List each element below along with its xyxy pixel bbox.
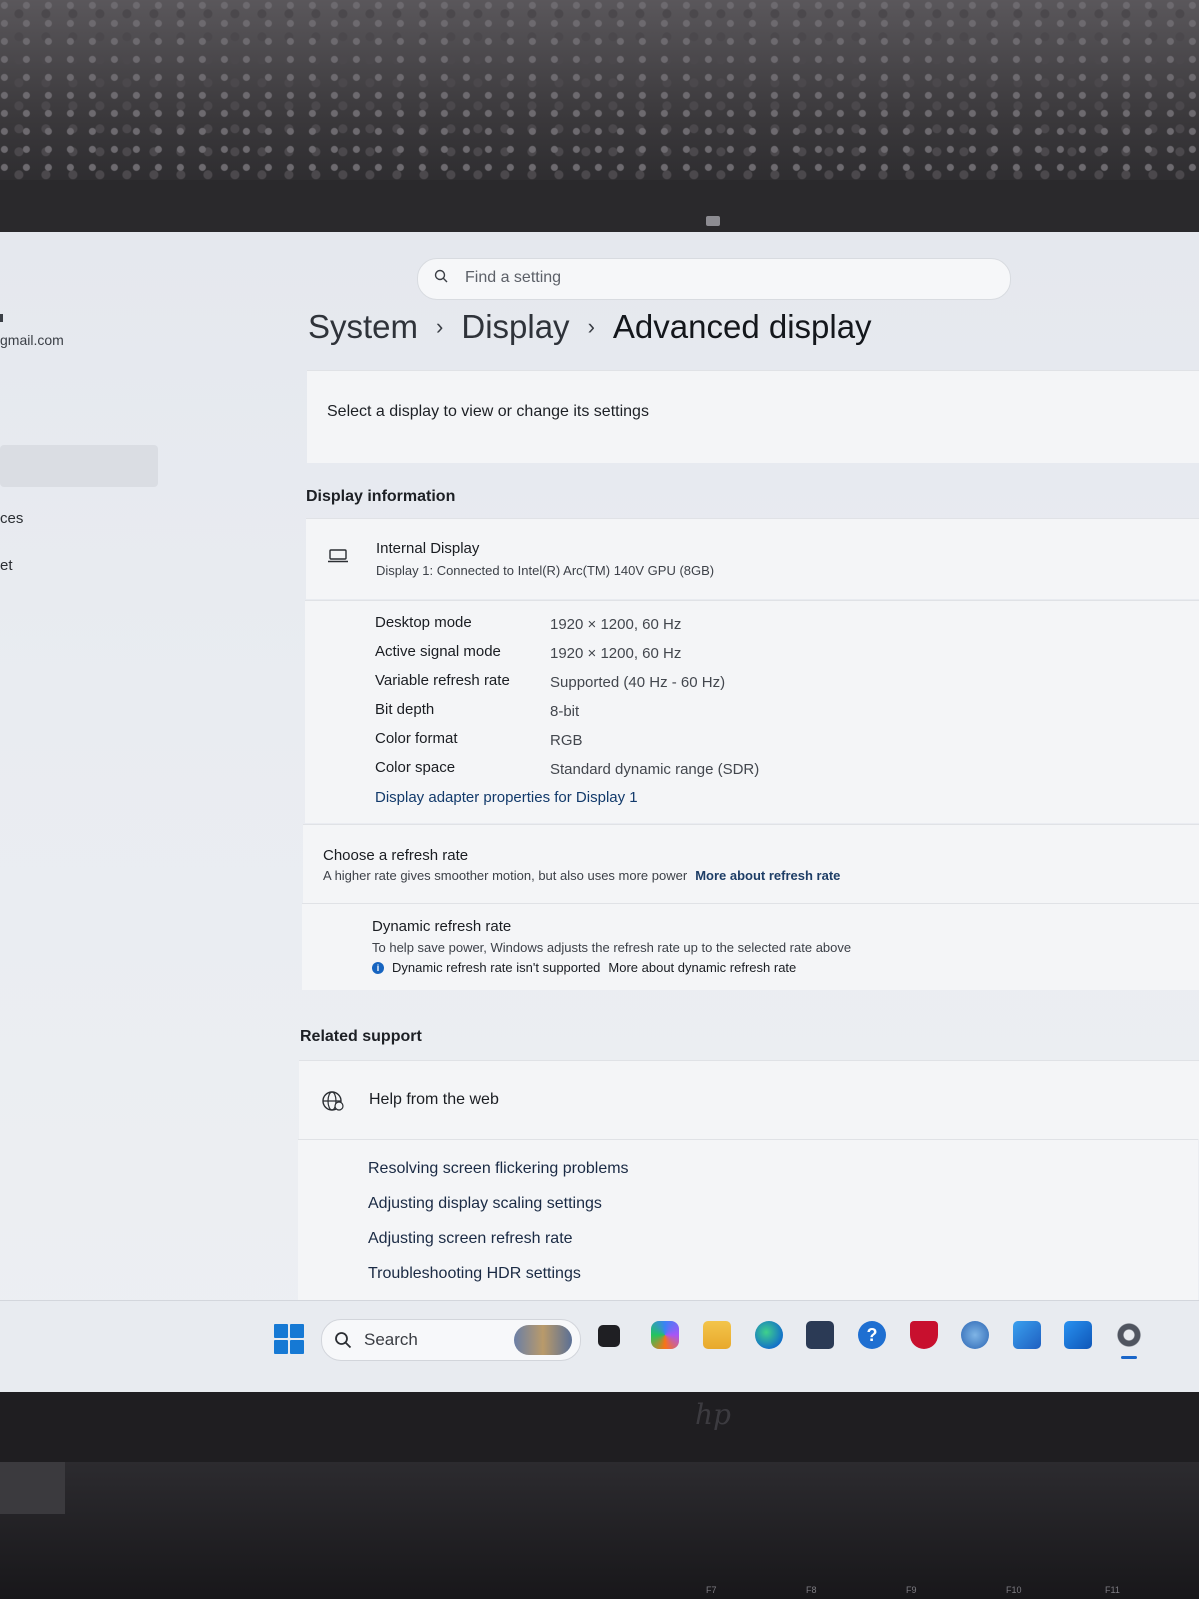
info-value-color-format: RGB (550, 732, 583, 749)
edge-icon[interactable] (755, 1321, 783, 1349)
info-value-desktop-mode: 1920 × 1200, 60 Hz (550, 616, 682, 633)
info-icon: i (372, 961, 384, 974)
info-label-color-space: Color space (375, 759, 456, 776)
hp-logo: hp (695, 1398, 731, 1431)
chevron-right-icon: › (436, 314, 444, 339)
globe-help-icon (322, 1091, 344, 1111)
info-label-color-format: Color format (375, 730, 458, 747)
info-label-active-signal: Active signal mode (375, 643, 501, 660)
chevron-right-icon: › (587, 314, 595, 339)
help-from-web-card[interactable]: Help from the web (299, 1060, 1199, 1139)
help-link-refresh-rate[interactable]: Adjusting screen refresh rate (368, 1230, 573, 1248)
breadcrumb: System › Display › Advanced display (308, 308, 872, 346)
laptop-keyboard (0, 1462, 1199, 1599)
taskbar-search[interactable]: Search (321, 1319, 581, 1361)
help-icon[interactable]: ? (858, 1321, 886, 1349)
nav-item-selected[interactable] (0, 445, 158, 487)
related-support-heading: Related support (300, 1028, 422, 1045)
info-value-bit-depth: 8-bit (550, 703, 580, 720)
settings-window: gmail.com ces et Find a setting System ›… (0, 232, 1199, 1392)
keyboard-edge (0, 1462, 65, 1514)
file-explorer-icon[interactable] (703, 1321, 731, 1349)
info-value-color-space: Standard dynamic range (SDR) (550, 761, 760, 778)
display-info-details: Desktop mode 1920 × 1200, 60 Hz Active s… (305, 600, 1199, 823)
key-f8: F8 (806, 1585, 817, 1595)
taskbar: Search ? (0, 1300, 1199, 1392)
info-label-desktop-mode: Desktop mode (375, 614, 472, 631)
info-value-vrr: Supported (40 Hz - 60 Hz) (550, 674, 726, 691)
help-link-hdr[interactable]: Troubleshooting HDR settings (368, 1265, 581, 1283)
dynamic-refresh-status: i Dynamic refresh rate isn't supported M… (372, 960, 796, 975)
laptop-bottom-bezel: hp (0, 1392, 1199, 1462)
copilot-icon[interactable] (651, 1321, 679, 1349)
search-icon (434, 269, 448, 283)
more-about-dynamic-refresh-link[interactable]: More about dynamic refresh rate (608, 960, 796, 975)
refresh-rate-description: A higher rate gives smoother motion, but… (323, 868, 840, 883)
dynamic-refresh-title: Dynamic refresh rate (372, 918, 512, 935)
key-f10: F10 (1006, 1585, 1022, 1595)
nav-item-devices[interactable]: ces (0, 510, 23, 527)
search-input[interactable]: Find a setting (417, 258, 1011, 300)
help-from-web-title: Help from the web (369, 1091, 499, 1108)
refresh-rate-title: Choose a refresh rate (323, 847, 469, 864)
background-wall (0, 0, 1199, 200)
task-view-icon[interactable] (598, 1325, 620, 1347)
info-label-vrr: Variable refresh rate (375, 672, 510, 689)
breadcrumb-display[interactable]: Display (461, 308, 569, 346)
page-title: Advanced display (612, 308, 872, 345)
laptop-monitor-icon (328, 549, 348, 563)
search-icon (335, 1332, 352, 1349)
help-link-scaling[interactable]: Adjusting display scaling settings (368, 1195, 602, 1213)
start-button-windows-icon[interactable] (274, 1324, 304, 1354)
settings-gear-icon[interactable] (1115, 1321, 1143, 1359)
adapter-properties-link[interactable]: Display adapter properties for Display 1 (375, 789, 638, 806)
dynamic-refresh-description: To help save power, Windows adjusts the … (372, 940, 852, 955)
search-placeholder: Find a setting (465, 269, 562, 286)
search-highlight-image (514, 1325, 572, 1355)
laptop-top-bezel (0, 180, 1199, 240)
mcafee-icon[interactable] (910, 1321, 938, 1349)
app-pre-icon[interactable] (1013, 1321, 1041, 1349)
display-name: Internal Display (376, 540, 480, 557)
display-connection: Display 1: Connected to Intel(R) Arc(TM)… (376, 563, 715, 578)
webcam (706, 216, 720, 226)
internal-display-card: Internal Display Display 1: Connected to… (306, 518, 1199, 599)
app-beta-icon[interactable] (961, 1321, 989, 1349)
outlook-icon[interactable] (1064, 1321, 1092, 1349)
help-link-flickering[interactable]: Resolving screen flickering problems (368, 1160, 629, 1178)
key-f9: F9 (906, 1585, 917, 1595)
microsoft-store-icon[interactable] (806, 1321, 834, 1349)
breadcrumb-system[interactable]: System (308, 308, 418, 346)
refresh-rate-text: A higher rate gives smoother motion, but… (323, 868, 688, 883)
help-links-card: Resolving screen flickering problems Adj… (298, 1139, 1198, 1310)
display-information-heading: Display information (306, 488, 456, 505)
more-about-refresh-rate-link[interactable]: More about refresh rate (695, 868, 840, 883)
select-display-card[interactable]: Select a display to view or change its s… (307, 370, 1199, 463)
nav-item-network[interactable]: et (0, 557, 13, 574)
info-value-active-signal: 1920 × 1200, 60 Hz (550, 645, 682, 662)
select-display-label: Select a display to view or change its s… (327, 403, 649, 420)
info-label-bit-depth: Bit depth (375, 701, 435, 718)
key-f7: F7 (706, 1585, 717, 1595)
dynamic-refresh-card: Dynamic refresh rate To help save power,… (302, 903, 1199, 990)
account-email: gmail.com (0, 332, 64, 348)
key-f11: F11 (1105, 1585, 1120, 1595)
refresh-rate-card[interactable]: Choose a refresh rate A higher rate give… (303, 824, 1199, 903)
dynamic-refresh-unsupported: Dynamic refresh rate isn't supported (392, 960, 601, 975)
taskbar-search-label: Search (364, 1330, 418, 1349)
user-name-fragment (0, 314, 3, 322)
